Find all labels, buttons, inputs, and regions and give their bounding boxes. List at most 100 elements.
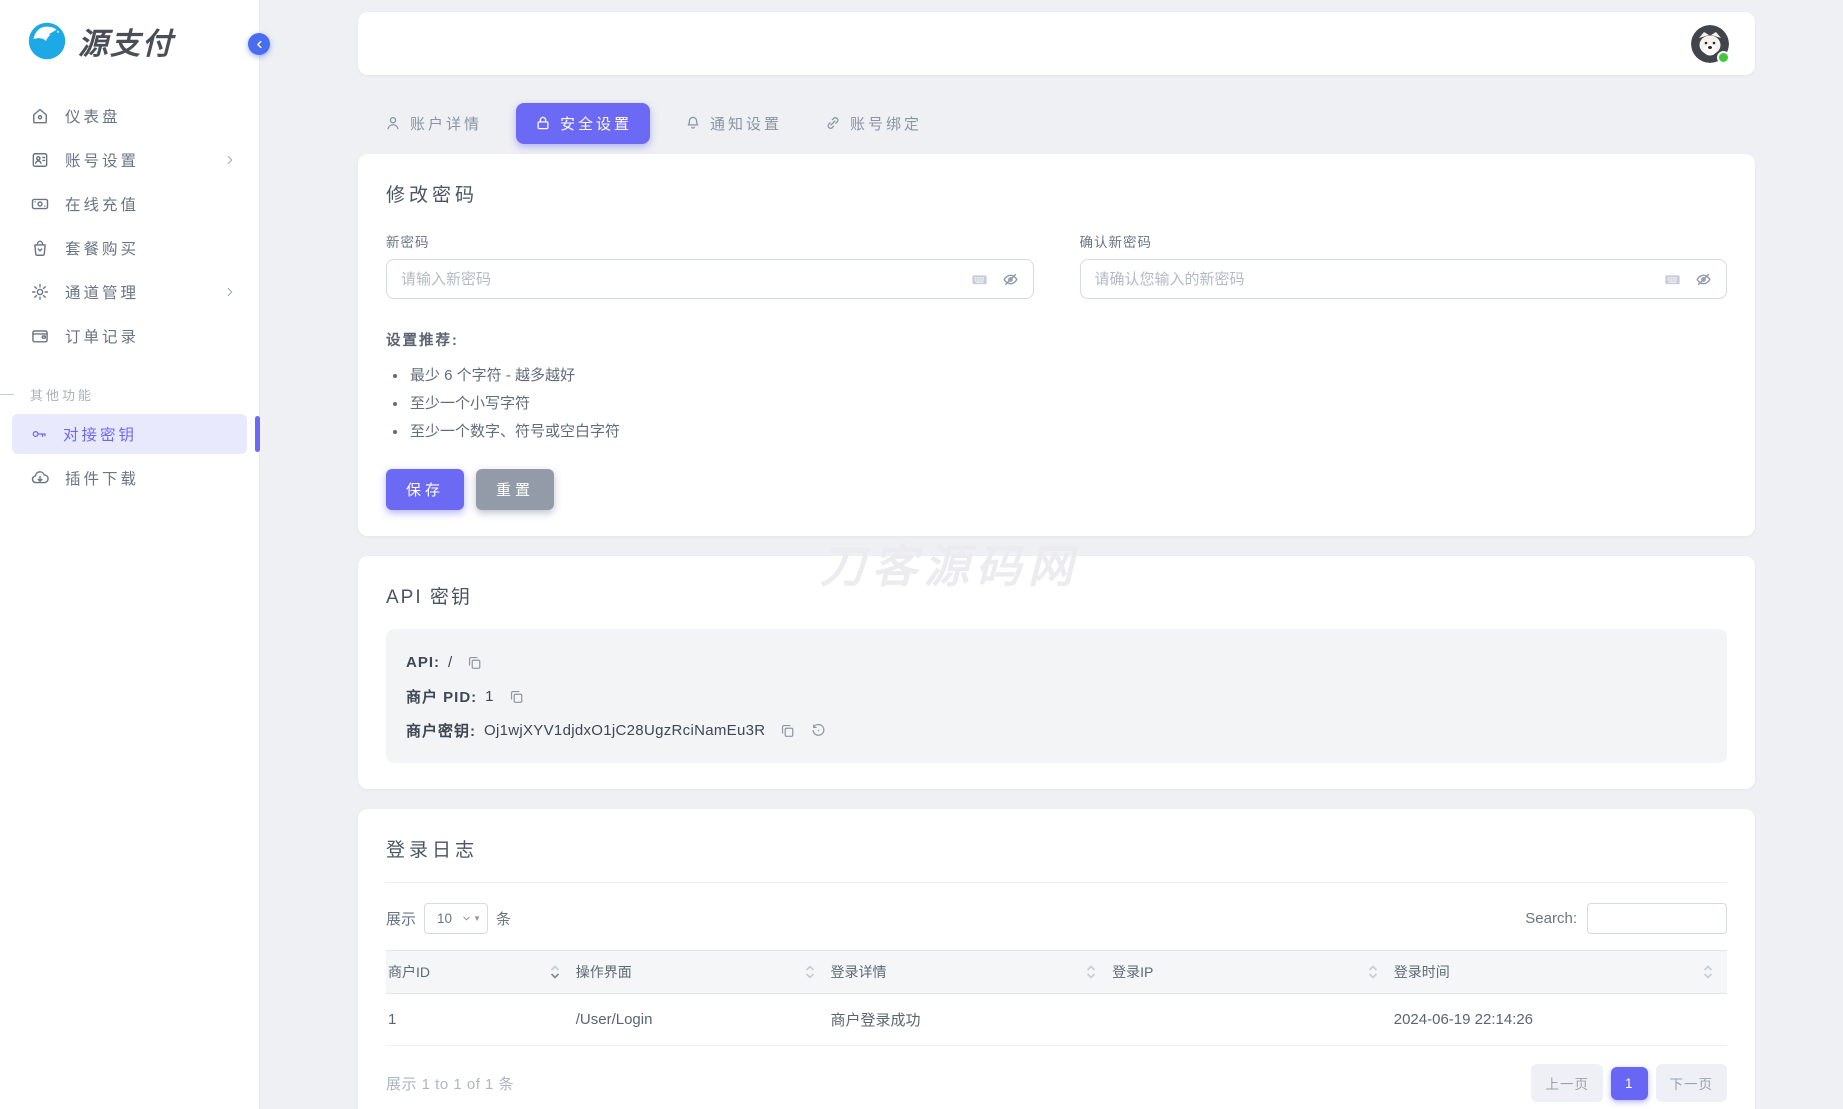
sidebar-item-label: 订单记录 [65,325,139,347]
column-login-time[interactable]: 登录时间 [1392,951,1727,994]
column-login-ip[interactable]: 登录IP [1110,951,1392,994]
sort-icon[interactable] [1086,965,1096,979]
column-login-detail[interactable]: 登录详情 [829,951,1111,994]
sidebar: 源支付 仪表盘 账号设置 在线充值 套餐购买 通道管理 订单记录 [0,0,260,1109]
sidebar-collapse-button[interactable] [248,33,270,55]
cell-login-ip [1110,994,1392,1046]
tab-label: 账户详情 [410,113,482,134]
show-label: 展示 [386,908,416,929]
tip-item: 至少一个小写字符 [408,390,1727,418]
sidebar-item-plugin-download[interactable]: 插件下载 [12,458,247,498]
save-button[interactable]: 保存 [386,469,464,510]
confirm-password-input[interactable] [1080,259,1728,299]
keyboard-icon[interactable] [970,270,989,289]
table-header-row: 商户ID 操作界面 登录详情 登录IP 登录时间 [386,951,1727,994]
merchant-pid-value: 1 [485,688,494,705]
new-password-label: 新密码 [386,231,1034,251]
chevron-right-icon [223,285,237,299]
column-merchant-id[interactable]: 商户ID [386,951,574,994]
password-form: 新密码 确认新密码 [386,231,1727,299]
merchant-secret-label: 商户密钥: [406,720,476,741]
package-icon [30,238,50,258]
recharge-icon [30,194,50,214]
logo-text: 源支付 [78,19,174,63]
tab-account-binding[interactable]: 账号绑定 [816,103,930,144]
dashboard-icon [30,106,50,126]
sidebar-item-orders[interactable]: 订单记录 [0,314,259,358]
page-size-select[interactable]: 10 ▼ [424,903,488,934]
copy-icon[interactable] [779,722,796,739]
column-operation-page[interactable]: 操作界面 [574,951,829,994]
table-row[interactable]: 1 /User/Login 商户登录成功 2024-06-19 22:14:26 [386,994,1727,1046]
sidebar-item-label: 在线充值 [65,193,139,215]
eye-off-icon[interactable] [1694,270,1713,289]
tips-title: 设置推荐: [386,329,1727,350]
channel-icon [30,282,50,302]
chevron-left-icon [253,38,266,51]
new-password-input[interactable] [386,259,1034,299]
select-arrows-icon: ▼ [461,913,481,924]
online-status-dot [1717,51,1730,64]
user-avatar[interactable] [1691,25,1729,63]
search-label: Search: [1525,910,1577,927]
copy-icon[interactable] [508,688,525,705]
sort-icon[interactable] [805,965,815,979]
sidebar-item-label: 插件下载 [65,467,139,489]
chevron-right-icon [223,153,237,167]
tab-notification-settings[interactable]: 通知设置 [676,103,790,144]
sidebar-menu: 仪表盘 账号设置 在线充值 套餐购买 通道管理 订单记录 其他功能 [0,94,259,498]
sidebar-item-label: 仪表盘 [65,105,121,127]
pagination-summary: 展示 1 to 1 of 1 条 [386,1073,514,1094]
sort-icon[interactable] [550,965,560,979]
sort-icon[interactable] [1703,965,1713,979]
regenerate-icon[interactable] [810,722,827,739]
api-url-label: API: [406,654,440,671]
copy-icon[interactable] [466,654,483,671]
user-icon [384,114,402,132]
cell-login-time: 2024-06-19 22:14:26 [1392,994,1727,1046]
sidebar-item-account-settings[interactable]: 账号设置 [0,138,259,182]
settings-tabs: 账户详情 安全设置 通知设置 账号绑定 [376,102,1755,144]
top-bar [358,12,1755,75]
tab-security-settings[interactable]: 安全设置 [516,103,650,144]
card-title-login-log: 登录日志 [386,835,1727,862]
section-label: 其他功能 [30,385,94,404]
new-password-group: 新密码 [386,231,1034,299]
tip-item: 至少一个数字、符号或空白字符 [408,418,1727,446]
tab-label: 通知设置 [710,113,782,134]
api-key-card: API 密钥 API: / 商户 PID: 1 商户密钥: Oj1wjXYV1d… [358,556,1755,789]
sidebar-item-api-keys[interactable]: 对接密钥 [12,414,247,454]
keyboard-icon[interactable] [1663,270,1682,289]
sidebar-item-label: 通道管理 [65,281,139,303]
reset-button[interactable]: 重置 [476,469,554,510]
prev-page-button[interactable]: 上一页 [1531,1064,1603,1102]
tip-item: 最少 6 个字符 - 越多越好 [408,362,1727,390]
sidebar-item-recharge[interactable]: 在线充值 [0,182,259,226]
sidebar-section-other: 其他功能 [0,384,259,404]
table-search-input[interactable] [1587,903,1727,934]
sidebar-item-label: 对接密钥 [63,423,137,445]
eye-off-icon[interactable] [1001,270,1020,289]
sidebar-item-channel[interactable]: 通道管理 [0,270,259,314]
sidebar-item-label: 套餐购买 [65,237,139,259]
page-size-group: 展示 10 ▼ 条 [386,903,511,934]
cell-login-detail: 商户登录成功 [829,994,1111,1046]
sidebar-item-package[interactable]: 套餐购买 [0,226,259,270]
sidebar-item-dashboard[interactable]: 仪表盘 [0,94,259,138]
search-group: Search: [1525,903,1727,934]
current-page-button[interactable]: 1 [1611,1067,1648,1100]
merchant-pid-label: 商户 PID: [406,686,477,707]
account-settings-icon [30,150,50,170]
tips-list: 最少 6 个字符 - 越多越好 至少一个小写字符 至少一个数字、符号或空白字符 [408,362,1727,445]
logo[interactable]: 源支付 [0,0,259,74]
api-url-row: API: / [406,645,1707,679]
merchant-secret-row: 商户密钥: Oj1wjXYV1djdxO1jC28UgzRciNamEu3R [406,713,1707,747]
next-page-button[interactable]: 下一页 [1656,1064,1728,1102]
tab-account-details[interactable]: 账户详情 [376,103,490,144]
sort-icon[interactable] [1368,965,1378,979]
api-key-panel: API: / 商户 PID: 1 商户密钥: Oj1wjXYV1djdxO1jC… [386,629,1727,763]
sidebar-item-label: 账号设置 [65,149,139,171]
download-icon [30,468,50,488]
active-indicator [255,416,260,452]
main-content: 刀客源码网 账户详情 安全设置 通知设置 [260,0,1843,1109]
